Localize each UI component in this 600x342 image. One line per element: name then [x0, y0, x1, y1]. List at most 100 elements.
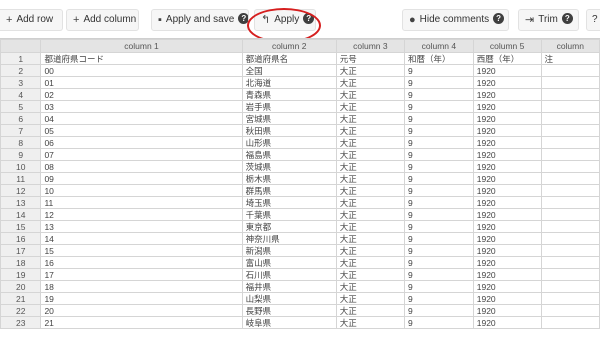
trim-help-icon[interactable]: ?: [561, 12, 573, 24]
table-cell[interactable]: 全国: [241, 64, 337, 77]
table-cell[interactable]: 1920: [472, 112, 542, 125]
row-number[interactable]: 15: [0, 220, 42, 233]
table-cell[interactable]: 08: [40, 160, 243, 173]
table-cell[interactable]: [540, 256, 600, 269]
table-cell[interactable]: 大正: [335, 292, 406, 305]
row-number[interactable]: 6: [0, 112, 42, 125]
table-cell[interactable]: 03: [40, 100, 243, 113]
table-cell[interactable]: 大正: [335, 88, 406, 101]
table-cell[interactable]: 注: [540, 52, 600, 65]
table-cell[interactable]: [540, 64, 600, 77]
row-number[interactable]: 1: [0, 52, 42, 65]
table-cell[interactable]: 9: [404, 148, 474, 161]
table-cell[interactable]: 大正: [335, 316, 406, 329]
table-cell[interactable]: 大正: [335, 232, 406, 245]
table-cell[interactable]: 長野県: [241, 304, 337, 317]
table-cell[interactable]: 大正: [335, 76, 406, 89]
table-cell[interactable]: [540, 220, 600, 233]
table-cell[interactable]: 01: [40, 76, 243, 89]
table-cell[interactable]: 宮城県: [241, 112, 337, 125]
table-cell[interactable]: 1920: [472, 184, 542, 197]
row-number[interactable]: 10: [0, 160, 42, 173]
table-cell[interactable]: [540, 136, 600, 149]
table-cell[interactable]: 北海道: [241, 76, 337, 89]
table-cell[interactable]: 山梨県: [241, 292, 337, 305]
table-cell[interactable]: [540, 316, 600, 329]
table-cell[interactable]: [540, 196, 600, 209]
table-cell[interactable]: 1920: [472, 172, 542, 185]
apply-and-save-button[interactable]: ▪ Apply and save?: [151, 9, 249, 31]
table-cell[interactable]: [540, 124, 600, 137]
row-number[interactable]: 8: [0, 136, 42, 149]
table-cell[interactable]: 神奈川県: [241, 232, 337, 245]
table-cell[interactable]: 9: [404, 136, 474, 149]
table-cell[interactable]: 大正: [335, 268, 406, 281]
table-cell[interactable]: 1920: [472, 76, 542, 89]
table-cell[interactable]: [540, 244, 600, 257]
table-cell[interactable]: 1920: [472, 232, 542, 245]
table-cell[interactable]: [540, 208, 600, 221]
table-cell[interactable]: 群馬県: [241, 184, 337, 197]
table-cell[interactable]: 09: [40, 172, 243, 185]
table-cell[interactable]: 21: [40, 316, 243, 329]
table-cell[interactable]: 9: [404, 64, 474, 77]
table-cell[interactable]: 9: [404, 88, 474, 101]
table-cell[interactable]: 19: [40, 292, 243, 305]
row-number[interactable]: 7: [0, 124, 42, 137]
table-cell[interactable]: 大正: [335, 172, 406, 185]
table-cell[interactable]: 福島県: [241, 148, 337, 161]
row-number[interactable]: 16: [0, 232, 42, 245]
table-cell[interactable]: 9: [404, 184, 474, 197]
table-cell[interactable]: 15: [40, 244, 243, 257]
table-cell[interactable]: [540, 76, 600, 89]
hide-comments-help-icon[interactable]: ?: [493, 12, 505, 24]
apply-button[interactable]: ↰ Apply?: [254, 9, 316, 31]
table-cell[interactable]: 大正: [335, 244, 406, 257]
table-cell[interactable]: 新潟県: [241, 244, 337, 257]
table-cell[interactable]: 1920: [472, 88, 542, 101]
table-cell[interactable]: 大正: [335, 112, 406, 125]
table-cell[interactable]: 大正: [335, 184, 406, 197]
row-number[interactable]: 22: [0, 304, 42, 317]
table-cell[interactable]: [540, 100, 600, 113]
table-cell[interactable]: 大正: [335, 64, 406, 77]
table-cell[interactable]: 9: [404, 160, 474, 173]
add-row-button[interactable]: + Add row: [0, 9, 63, 31]
table-cell[interactable]: 大正: [335, 220, 406, 233]
table-cell[interactable]: 1920: [472, 304, 542, 317]
add-column-button[interactable]: + Add column: [66, 9, 139, 31]
table-cell[interactable]: 02: [40, 88, 243, 101]
table-cell[interactable]: 富山県: [241, 256, 337, 269]
table-cell[interactable]: [540, 232, 600, 245]
table-cell[interactable]: [540, 112, 600, 125]
table-cell[interactable]: 13: [40, 220, 243, 233]
table-cell[interactable]: [540, 268, 600, 281]
table-cell[interactable]: 大正: [335, 124, 406, 137]
table-cell[interactable]: 20: [40, 304, 243, 317]
table-cell[interactable]: [540, 148, 600, 161]
table-cell[interactable]: 9: [404, 256, 474, 269]
table-cell[interactable]: 1920: [472, 292, 542, 305]
table-cell[interactable]: 元号: [335, 52, 406, 65]
table-cell[interactable]: 9: [404, 304, 474, 317]
table-cell[interactable]: 大正: [335, 208, 406, 221]
row-number[interactable]: 23: [0, 316, 42, 329]
row-number[interactable]: 11: [0, 172, 42, 185]
apply-and-save-help-icon[interactable]: ?: [238, 12, 248, 24]
table-cell[interactable]: 大正: [335, 256, 406, 269]
table-cell[interactable]: 山形県: [241, 136, 337, 149]
table-cell[interactable]: 東京都: [241, 220, 337, 233]
column-header[interactable]: column 3: [335, 39, 406, 53]
table-cell[interactable]: [540, 160, 600, 173]
table-cell[interactable]: 9: [404, 100, 474, 113]
table-cell[interactable]: 1920: [472, 64, 542, 77]
column-header[interactable]: column 5: [472, 39, 542, 53]
table-cell[interactable]: 10: [40, 184, 243, 197]
table-cell[interactable]: 大正: [335, 280, 406, 293]
table-cell[interactable]: 9: [404, 208, 474, 221]
table-cell[interactable]: 大正: [335, 160, 406, 173]
table-cell[interactable]: 都道府県名: [241, 52, 337, 65]
table-cell[interactable]: 1920: [472, 280, 542, 293]
table-cell[interactable]: 1920: [472, 124, 542, 137]
table-cell[interactable]: 18: [40, 280, 243, 293]
